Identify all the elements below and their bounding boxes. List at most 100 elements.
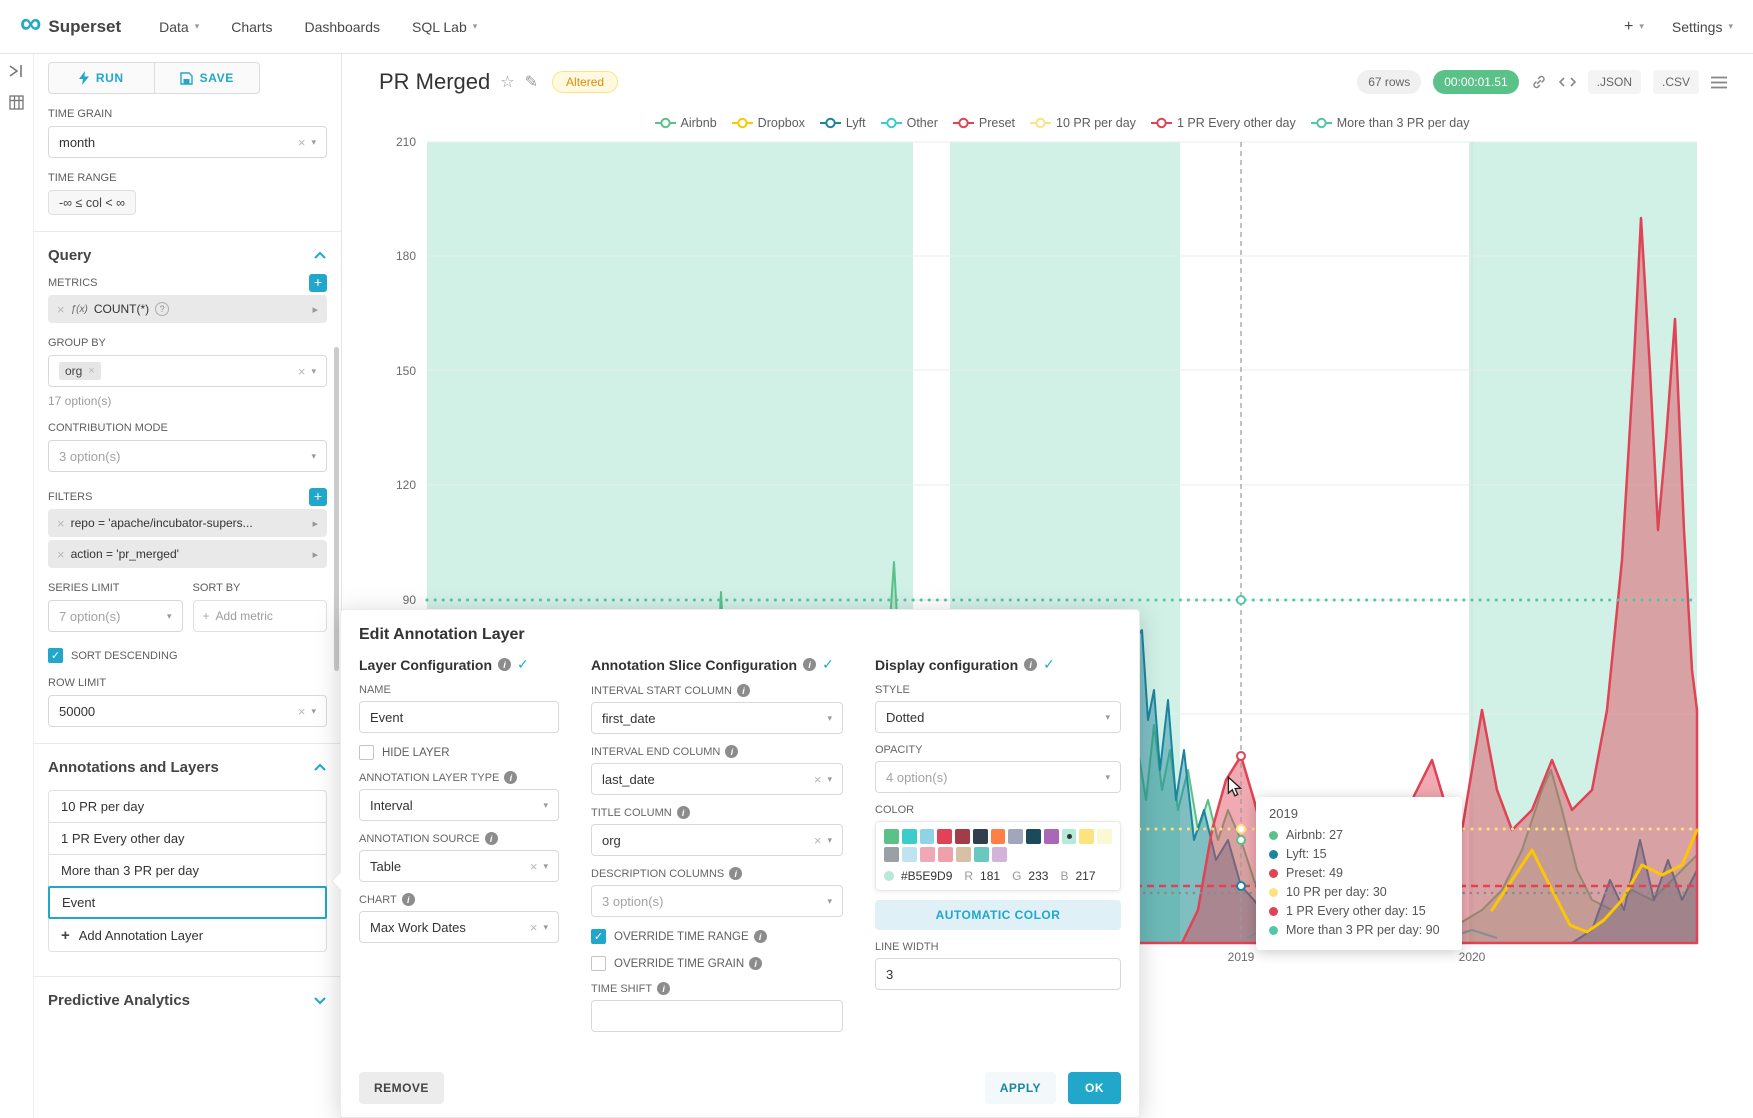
panel-scrollbar[interactable]	[334, 347, 339, 671]
add-filter-button[interactable]: +	[309, 488, 327, 506]
color-swatch[interactable]	[974, 847, 989, 862]
color-swatch[interactable]	[884, 847, 899, 862]
time-range-pill[interactable]: -∞ ≤ col < ∞	[48, 190, 136, 215]
description-columns-select[interactable]: 3 option(s) ▾	[591, 885, 843, 917]
title-column-select[interactable]: org × ▾	[591, 824, 843, 856]
annotation-layer-item[interactable]: 10 PR per day	[48, 790, 327, 823]
legend-item[interactable]: Other	[881, 116, 938, 130]
opacity-select[interactable]: 4 option(s) ▾	[875, 761, 1121, 793]
line-width-input[interactable]	[875, 958, 1121, 990]
clear-icon[interactable]: ×	[814, 833, 822, 848]
annotation-layer-item[interactable]: Event	[48, 886, 327, 919]
legend-marker-icon	[953, 117, 974, 129]
nav-item[interactable]: Charts	[231, 19, 272, 35]
nav-item[interactable]: Data▾	[159, 19, 199, 35]
override-time-grain-checkbox[interactable]: OVERRIDE TIME GRAINi	[591, 956, 843, 971]
override-time-range-checkbox[interactable]: ✓ OVERRIDE TIME RANGEi	[591, 929, 843, 944]
color-swatch[interactable]	[1079, 829, 1094, 844]
color-swatch[interactable]	[991, 829, 1006, 844]
color-swatch[interactable]	[955, 829, 970, 844]
remove-icon[interactable]: ×	[57, 516, 65, 531]
hide-layer-checkbox[interactable]: HIDE LAYER	[359, 745, 559, 760]
contribution-mode-select[interactable]: 3 option(s) ▾	[48, 440, 327, 472]
apply-button[interactable]: APPLY	[985, 1072, 1056, 1104]
annotation-layer-item[interactable]: More than 3 PR per day	[48, 854, 327, 887]
series-limit-select[interactable]: 7 option(s) ▾	[48, 600, 183, 632]
sort-descending-checkbox[interactable]: ✓ SORT DESCENDING	[48, 648, 327, 663]
group-by-select[interactable]: org × × ▾	[48, 355, 327, 387]
nav-item[interactable]: SQL Lab▾	[412, 19, 477, 35]
share-link-icon[interactable]	[1531, 74, 1547, 90]
ok-button[interactable]: OK	[1068, 1072, 1121, 1104]
color-swatch[interactable]	[1008, 829, 1023, 844]
clear-icon[interactable]: ×	[298, 364, 306, 379]
legend-item[interactable]: Airbnb	[655, 116, 717, 130]
legend-item[interactable]: Lyft	[820, 116, 866, 130]
annotation-layer-item[interactable]: 1 PR Every other day	[48, 822, 327, 855]
remove-icon[interactable]: ×	[88, 365, 94, 377]
add-metric-button[interactable]: +	[309, 274, 327, 292]
color-swatch[interactable]	[1026, 829, 1041, 844]
filter-pill[interactable]: × repo = 'apache/incubator-supers... ▸	[48, 509, 327, 537]
color-swatch[interactable]	[973, 829, 988, 844]
clear-icon[interactable]: ×	[814, 772, 822, 787]
add-annotation-layer-button[interactable]: + Add Annotation Layer	[48, 919, 327, 952]
save-button[interactable]: SAVE	[154, 63, 260, 93]
legend-item[interactable]: 1 PR Every other day	[1151, 116, 1296, 130]
legend-item[interactable]: Preset	[953, 116, 1015, 130]
metric-pill[interactable]: × ƒ(x) COUNT(*) ? ▸	[48, 295, 327, 323]
interval-end-select[interactable]: last_date × ▾	[591, 763, 843, 795]
run-button[interactable]: RUN	[49, 63, 154, 93]
superset-logo[interactable]: ∞ Superset	[20, 14, 121, 39]
color-swatch[interactable]	[938, 847, 953, 862]
export-csv-button[interactable]: .CSV	[1653, 70, 1699, 94]
annotation-source-select[interactable]: Table × ▾	[359, 850, 559, 882]
nav-item[interactable]: Dashboards	[304, 19, 380, 35]
filter-pill[interactable]: × action = 'pr_merged' ▸	[48, 540, 327, 568]
color-swatch[interactable]	[992, 847, 1007, 862]
legend-item[interactable]: 10 PR per day	[1030, 116, 1136, 130]
interval-start-select[interactable]: first_date ▾	[591, 702, 843, 734]
remove-icon[interactable]: ×	[57, 547, 65, 562]
color-swatch[interactable]	[956, 847, 971, 862]
color-swatch[interactable]	[902, 829, 917, 844]
collapse-panel-icon[interactable]	[9, 64, 25, 83]
clear-icon[interactable]: ×	[298, 135, 306, 150]
color-swatch[interactable]	[1097, 829, 1112, 844]
name-input[interactable]	[359, 701, 559, 733]
color-swatch[interactable]	[920, 847, 935, 862]
query-section-header[interactable]: Query	[48, 232, 327, 268]
legend-item[interactable]: More than 3 PR per day	[1311, 116, 1470, 130]
settings-menu[interactable]: Settings ▾	[1672, 19, 1733, 35]
color-swatch[interactable]	[1062, 829, 1077, 844]
clear-icon[interactable]: ×	[530, 920, 538, 935]
embed-code-icon[interactable]	[1559, 75, 1576, 89]
predictive-section-header[interactable]: Predictive Analytics	[48, 977, 327, 1013]
sort-by-add-metric[interactable]: + Add metric	[193, 600, 328, 632]
automatic-color-button[interactable]: AUTOMATIC COLOR	[875, 900, 1121, 930]
row-limit-select[interactable]: 50000 × ▾	[48, 695, 327, 727]
edit-pencil-icon[interactable]: ✎	[525, 72, 538, 92]
annotation-layer-type-select[interactable]: Interval ▾	[359, 789, 559, 821]
remove-icon[interactable]: ×	[57, 302, 65, 317]
group-by-tag[interactable]: org ×	[59, 362, 101, 380]
datasource-grid-icon[interactable]	[9, 95, 24, 115]
color-swatch[interactable]	[902, 847, 917, 862]
color-swatch[interactable]	[884, 829, 899, 844]
add-new-button[interactable]: + ▾	[1624, 18, 1644, 36]
favorite-star-icon[interactable]: ☆	[500, 72, 514, 92]
style-select[interactable]: Dotted ▾	[875, 701, 1121, 733]
time-grain-select[interactable]: month × ▾	[48, 126, 327, 158]
chart-select[interactable]: Max Work Dates × ▾	[359, 911, 559, 943]
annotations-section-header[interactable]: Annotations and Layers	[48, 744, 327, 780]
color-swatch[interactable]	[1044, 829, 1059, 844]
legend-item[interactable]: Dropbox	[732, 116, 805, 130]
menu-hamburger-icon[interactable]	[1711, 76, 1727, 89]
time-shift-input[interactable]	[591, 1000, 843, 1032]
clear-icon[interactable]: ×	[298, 704, 306, 719]
clear-icon[interactable]: ×	[530, 859, 538, 874]
color-swatch[interactable]	[920, 829, 935, 844]
export-json-button[interactable]: .JSON	[1588, 70, 1641, 94]
color-swatch[interactable]	[937, 829, 952, 844]
remove-button[interactable]: REMOVE	[359, 1072, 444, 1104]
